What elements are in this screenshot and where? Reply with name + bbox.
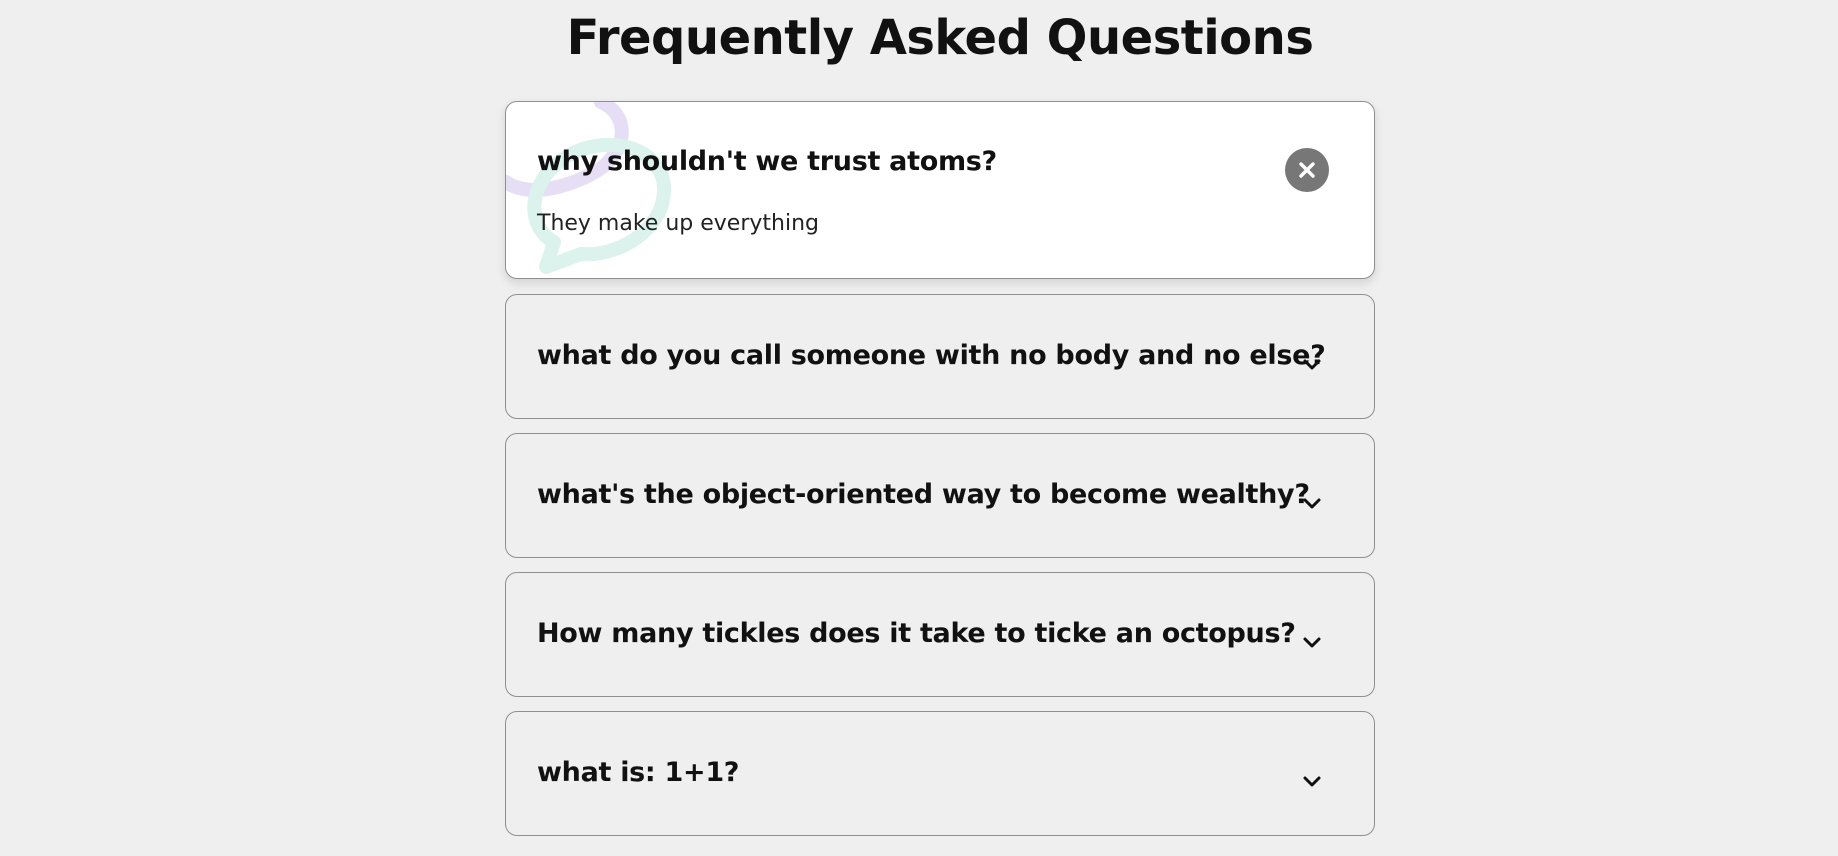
faq-list: why shouldn't we trust atoms? They make … (505, 101, 1375, 850)
expand-button[interactable] (1300, 491, 1324, 515)
faq-question: what do you call someone with no body an… (537, 340, 1326, 371)
expand-button[interactable] (1300, 352, 1324, 376)
faq-question: why shouldn't we trust atoms? (537, 146, 997, 177)
faq-question: what is: 1+1? (537, 757, 740, 788)
faq-item[interactable]: what do you call someone with no body an… (505, 294, 1375, 419)
faq-answer: They make up everything (537, 211, 819, 236)
faq-item[interactable]: why shouldn't we trust atoms? They make … (505, 101, 1375, 279)
chevron-down-icon (1303, 359, 1321, 370)
faq-question: How many tickles does it take to ticke a… (537, 618, 1296, 649)
faq-page: Frequently Asked Questions why shouldn't… (0, 0, 1838, 856)
faq-item[interactable]: How many tickles does it take to ticke a… (505, 572, 1375, 697)
page-title: Frequently Asked Questions (566, 10, 1314, 66)
speech-bubbles-decoration (506, 102, 671, 274)
faq-item[interactable]: what's the object-oriented way to become… (505, 433, 1375, 558)
chevron-down-icon (1303, 498, 1321, 509)
expand-button[interactable] (1300, 630, 1324, 654)
expand-button[interactable] (1300, 769, 1324, 793)
chevron-down-icon (1303, 776, 1321, 787)
faq-question: what's the object-oriented way to become… (537, 479, 1310, 510)
close-icon (1299, 162, 1315, 178)
close-button[interactable] (1285, 148, 1329, 192)
faq-item[interactable]: what is: 1+1? (505, 711, 1375, 836)
chevron-down-icon (1303, 637, 1321, 648)
